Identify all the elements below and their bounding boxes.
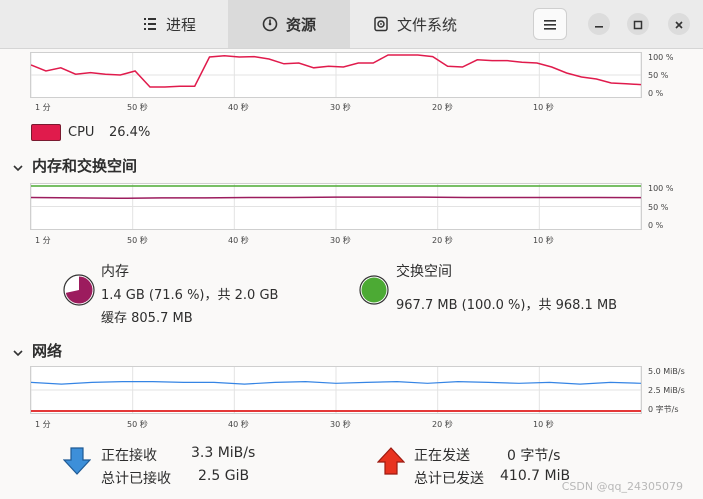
sending-label: 正在发送 bbox=[414, 448, 470, 464]
hamburger-icon bbox=[544, 15, 556, 34]
network-x-label: 1 分 bbox=[35, 420, 51, 429]
total-sent-value: 410.7 MiB bbox=[500, 468, 571, 484]
maximize-icon bbox=[633, 15, 643, 34]
memory-x-label: 1 分 bbox=[35, 236, 51, 245]
cpu-graph bbox=[30, 52, 642, 98]
chevron-down-icon bbox=[12, 345, 24, 357]
menu-button[interactable] bbox=[533, 8, 567, 40]
network-x-label: 20 秒 bbox=[432, 420, 453, 429]
memory-y-label-100: 100 % bbox=[648, 184, 674, 193]
cpu-legend-label: CPU bbox=[68, 125, 95, 140]
cpu-x-label: 10 秒 bbox=[533, 103, 554, 112]
cpu-x-label: 30 秒 bbox=[330, 103, 351, 112]
tab-resources[interactable]: 资源 bbox=[228, 0, 350, 48]
memory-title: 内存 bbox=[101, 264, 129, 280]
memory-chart bbox=[31, 184, 641, 229]
network-x-label: 10 秒 bbox=[533, 420, 554, 429]
upload-arrow-icon[interactable] bbox=[376, 446, 406, 476]
cpu-legend-value: 26.4% bbox=[109, 125, 151, 140]
header-bar: 进程 资源 文件系统 bbox=[0, 0, 703, 49]
minimize-icon bbox=[594, 15, 604, 34]
close-button[interactable] bbox=[668, 13, 690, 35]
memory-x-label: 40 秒 bbox=[228, 236, 249, 245]
maximize-button[interactable] bbox=[627, 13, 649, 35]
tab-filesystems-label: 文件系统 bbox=[396, 15, 457, 34]
network-graph bbox=[30, 366, 642, 414]
memory-usage: 1.4 GB (71.6 %)，共 2.0 GB bbox=[101, 288, 279, 303]
swap-usage-pie[interactable] bbox=[359, 275, 389, 305]
memory-section-title: 内存和交换空间 bbox=[32, 157, 138, 175]
network-section-header[interactable]: 网络 bbox=[12, 340, 62, 361]
memory-x-label: 50 秒 bbox=[127, 236, 148, 245]
network-x-label: 40 秒 bbox=[228, 420, 249, 429]
tab-processes[interactable]: 进程 bbox=[110, 0, 228, 48]
receiving-label: 正在接收 bbox=[101, 448, 157, 464]
network-section-title: 网络 bbox=[32, 342, 63, 360]
total-sent-label: 总计已发送 bbox=[414, 471, 484, 487]
swap-usage: 967.7 MB (100.0 %)，共 968.1 MB bbox=[396, 298, 618, 313]
memory-cache: 缓存 805.7 MB bbox=[101, 311, 193, 326]
close-icon bbox=[674, 15, 684, 34]
network-y-label-max: 5.0 MiB/s bbox=[648, 367, 685, 376]
memory-x-label: 30 秒 bbox=[330, 236, 351, 245]
total-received-label: 总计已接收 bbox=[101, 471, 171, 487]
tab-filesystems[interactable]: 文件系统 bbox=[350, 0, 480, 48]
cpu-x-label: 40 秒 bbox=[228, 103, 249, 112]
cpu-x-label: 20 秒 bbox=[432, 103, 453, 112]
network-y-label-mid: 2.5 MiB/s bbox=[648, 386, 685, 395]
receiving-value: 3.3 MiB/s bbox=[191, 445, 256, 461]
memory-section-header[interactable]: 内存和交换空间 bbox=[12, 155, 137, 176]
cpu-chart bbox=[31, 53, 641, 97]
cpu-y-label-50: 50 % bbox=[648, 71, 669, 80]
minimize-button[interactable] bbox=[588, 13, 610, 35]
tab-resources-label: 资源 bbox=[285, 15, 316, 34]
watermark: CSDN @qq_24305079 bbox=[561, 480, 683, 493]
network-y-label-0: 0 字节/s bbox=[648, 405, 679, 414]
memory-graph bbox=[30, 183, 642, 230]
memory-x-label: 10 秒 bbox=[533, 236, 554, 245]
memory-usage-pie[interactable] bbox=[63, 274, 95, 306]
chevron-down-icon bbox=[12, 160, 24, 172]
swap-title: 交换空间 bbox=[396, 264, 452, 280]
memory-x-label: 20 秒 bbox=[432, 236, 453, 245]
cpu-color-swatch[interactable] bbox=[31, 124, 61, 141]
cpu-x-label: 50 秒 bbox=[127, 103, 148, 112]
memory-y-label-0: 0 % bbox=[648, 221, 664, 230]
cpu-x-label: 1 分 bbox=[35, 103, 51, 112]
total-received-value: 2.5 GiB bbox=[198, 468, 250, 484]
memory-y-label-50: 50 % bbox=[648, 203, 669, 212]
disk-icon bbox=[373, 16, 389, 32]
gauge-icon bbox=[262, 16, 278, 32]
cpu-y-label-0: 0 % bbox=[648, 89, 664, 98]
tab-processes-label: 进程 bbox=[165, 15, 196, 34]
network-chart bbox=[31, 367, 641, 413]
list-icon bbox=[142, 16, 158, 32]
cpu-y-label-100: 100 % bbox=[648, 53, 674, 62]
network-x-label: 50 秒 bbox=[127, 420, 148, 429]
sending-value: 0 字节/s bbox=[507, 448, 561, 464]
swap-pie-slice bbox=[361, 277, 387, 303]
network-x-label: 30 秒 bbox=[330, 420, 351, 429]
download-arrow-icon[interactable] bbox=[62, 446, 92, 476]
